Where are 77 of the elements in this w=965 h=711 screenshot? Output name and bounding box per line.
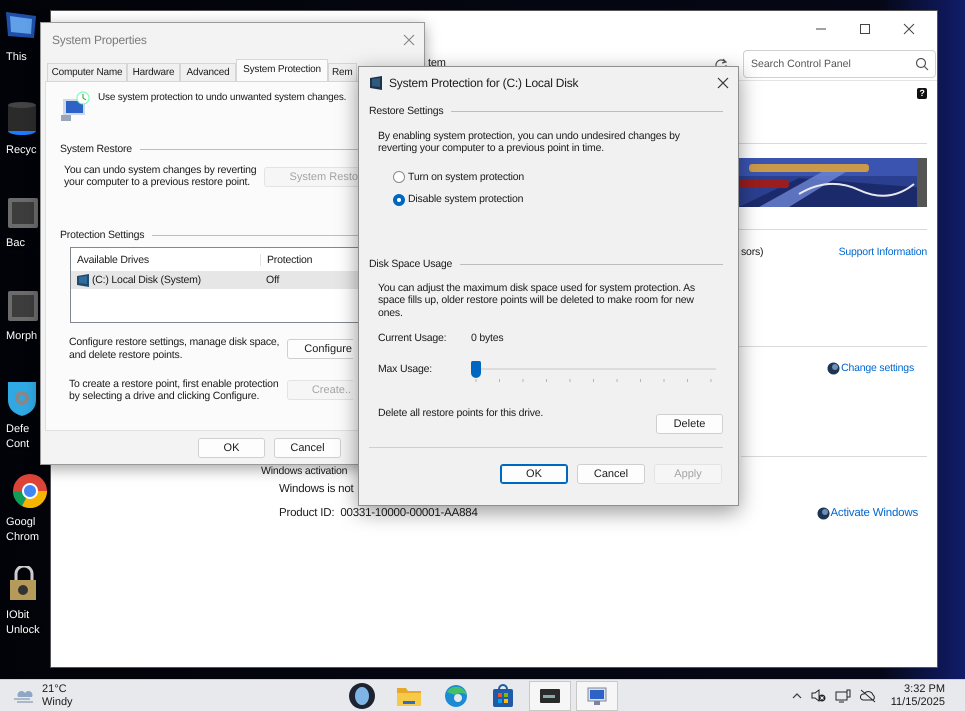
browser-icon — [443, 682, 469, 708]
option-label: Turn on system protection — [408, 170, 524, 184]
tab[interactable]: Hardware — [127, 63, 180, 81]
icon-label: Bac — [5, 236, 25, 251]
tab[interactable]: Advanced — [180, 63, 236, 81]
taskbar-app[interactable] — [529, 680, 571, 710]
table-cell: (C:) Local Disk (System) — [92, 274, 201, 287]
option-label: Disable system protection — [408, 193, 524, 206]
description-text: By enabling system protection, you can undo undesired changes by reverting your computer to a previous point in time. — [378, 130, 681, 155]
orb-icon[interactable] — [817, 507, 830, 520]
change-settings-link[interactable]: Change settings — [841, 362, 914, 374]
browser-icon[interactable] — [10, 473, 50, 509]
description-text: Delete all restore points for this drive. — [378, 406, 544, 420]
cloud-off-icon[interactable] — [860, 688, 876, 702]
group-heading: Disk Space Usage — [369, 258, 452, 271]
temperature-text: 21°C — [42, 682, 68, 696]
description-text: Configure restore settings, manage disk space, and delete restore points. — [69, 336, 280, 362]
computer-restore-icon — [60, 91, 90, 121]
help-icon[interactable]: ? — [917, 88, 927, 99]
column-header: Protection — [260, 254, 312, 266]
field-value: 00331-10000-00001-AA884 — [340, 506, 478, 521]
store-bag-icon — [490, 682, 516, 708]
date-text: 11/15/2025 — [890, 696, 945, 708]
section-heading: Windows activation — [261, 464, 348, 478]
icon-label: Googl Chrom — [5, 515, 40, 545]
radio-button[interactable] — [393, 171, 405, 184]
close-icon[interactable] — [716, 76, 730, 90]
round-logo-icon — [349, 682, 375, 708]
search-field[interactable]: Search Control Panel — [743, 50, 936, 78]
slider-track[interactable] — [471, 360, 716, 379]
field-label: Product ID: — [279, 506, 334, 521]
field-label: Current Usage: — [378, 332, 448, 345]
tab[interactable]: Rem — [328, 63, 357, 81]
description-text: You can undo system changes by reverting your computer to a previous restore point. — [64, 164, 258, 189]
radio-button[interactable] — [393, 194, 405, 206]
drive-icon — [369, 76, 383, 90]
icon-label: Morph — [5, 329, 38, 344]
icon-label: IObit Unlock — [5, 608, 40, 638]
group-heading: Restore Settings — [369, 105, 444, 118]
tab[interactable]: System Protection — [236, 59, 328, 81]
orb-icon[interactable] — [827, 362, 840, 375]
button[interactable]: Configure — [287, 338, 353, 359]
group-heading: System Restore — [60, 143, 132, 156]
button[interactable]: OK — [500, 464, 568, 484]
field-label: Max Usage: — [378, 362, 434, 376]
time-text: 3:32 PM — [904, 682, 945, 696]
weather-text: Windy — [42, 696, 73, 708]
icon-label: Recyc — [5, 143, 37, 158]
field-value: 0 bytes — [471, 332, 504, 345]
support-link[interactable]: Support Information — [838, 246, 927, 259]
column-header: Available Drives — [76, 254, 150, 266]
delete-button[interactable]: Delete — [656, 414, 723, 434]
speaker-mute-icon[interactable] — [810, 689, 826, 702]
network-icon[interactable] — [834, 688, 851, 702]
chevron-up-icon[interactable] — [792, 692, 802, 699]
address-text: tem — [428, 56, 446, 70]
icon-label: This — [5, 50, 27, 65]
wind-icon — [14, 688, 34, 702]
table-cell-text: Off — [265, 274, 280, 287]
status-text: Windows is not — [279, 483, 354, 497]
window-title: System Properties — [52, 32, 147, 48]
drive-icon — [76, 274, 90, 287]
button[interactable]: Cancel — [577, 464, 645, 484]
description-text: You can adjust the maximum disk space used for system protection. As space fills up, older restore points will be deleted to make room for new ones. — [378, 282, 696, 320]
group-heading: Protection Settings — [60, 228, 144, 242]
button[interactable]: Cancel — [274, 438, 341, 458]
intro-text: Use system protection to undo unwanted system changes. — [98, 92, 346, 105]
window-title: System Protection for (C:) Local Disk — [389, 76, 578, 90]
tab[interactable]: Computer Name — [47, 63, 127, 81]
table-row[interactable]: (C:) Local Disk (System) Off — [71, 271, 359, 290]
button[interactable]: OK — [198, 438, 265, 458]
activate-link[interactable]: Activate Windows — [830, 506, 918, 521]
description-text: To create a restore point, first enable protection by selecting a drive and clicking Configure. — [69, 378, 280, 403]
search-icon[interactable] — [915, 56, 929, 70]
slider-thumb[interactable] — [471, 360, 481, 378]
icon-label: Defe Cont — [5, 422, 30, 452]
cell-text: sors) — [741, 246, 764, 259]
